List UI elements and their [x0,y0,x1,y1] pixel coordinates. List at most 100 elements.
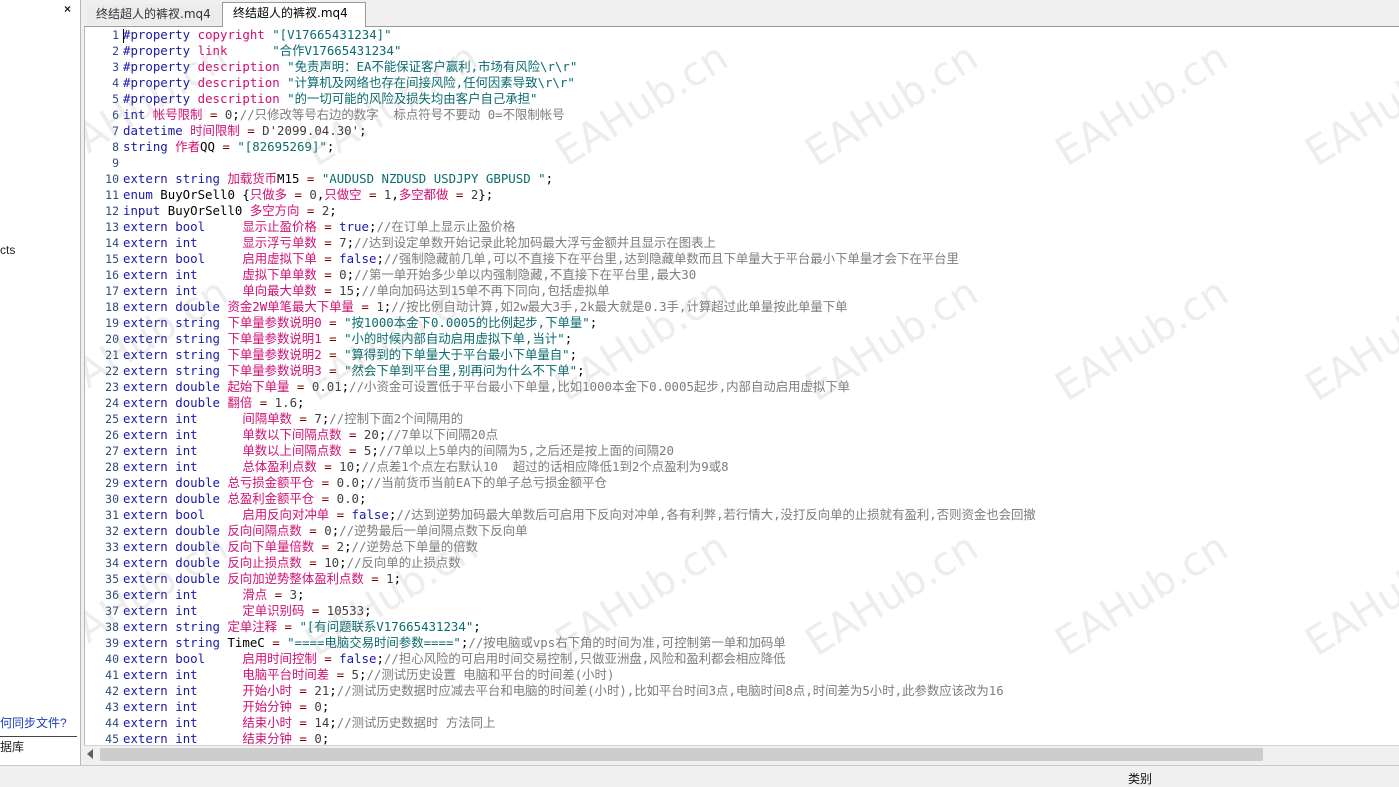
code-line[interactable]: 40 extern bool 启用时间控制 = false;//担心风险的可启用时… [85,651,1399,667]
code-line[interactable]: 36 extern int 滑点 = 3; [85,587,1399,603]
code-line[interactable]: 23 extern double 起始下单量 = 0.01;//小资金可设置低于平… [85,379,1399,395]
line-content[interactable]: extern double 反向止损点数 = 10;//反向单的止损点数 [123,555,461,571]
code-line[interactable]: 38 extern string 定单注释 = "[有问题联系V176654312… [85,619,1399,635]
line-content[interactable]: extern bool 显示止盈价格 = true;//在订单上显示止盈价格 [123,219,515,235]
code-line[interactable]: 32 extern double 反向间隔点数 = 0;//逆势最后一单间隔点数下… [85,523,1399,539]
code-line[interactable]: 25 extern int 间隔单数 = 7;//控制下面2个间隔用的 [85,411,1399,427]
line-content[interactable]: extern string 下单量参数说明1 = "小的时候内部自动启用虚拟下单… [123,331,572,347]
line-content[interactable]: extern int 开始分钟 = 0; [123,699,329,715]
sync-files-link[interactable]: 何同步文件? [0,714,67,731]
line-content[interactable]: extern int 单数以下间隔点数 = 20;//7单以下间隔20点 [123,427,498,443]
scroll-left-arrow-icon[interactable] [87,749,93,759]
code-line[interactable]: 15 extern bool 启用虚拟下单 = false;//强制隐藏前几单,可… [85,251,1399,267]
line-content[interactable]: input BuyOrSell0 多空方向 = 2; [123,203,337,219]
code-line[interactable]: 20 extern string 下单量参数说明1 = "小的时候内部自动启用虚拟… [85,331,1399,347]
line-content[interactable]: datetime 时间限制 = D'2099.04.30'; [123,123,367,139]
line-content[interactable]: extern bool 启用反向对冲单 = false;//达到逆势加码最大单数… [123,507,1036,523]
code-line[interactable]: 16 extern int 虚拟下单单数 = 0;//第一单开始多少单以内强制隐藏… [85,267,1399,283]
code-line[interactable]: 35 extern double 反向加逆势整体盈利点数 = 1; [85,571,1399,587]
code-line[interactable]: 17 extern int 单向最大单数 = 15;//单向加码达到15单不再下同… [85,283,1399,299]
line-content[interactable]: extern double 反向间隔点数 = 0;//逆势最后一单间隔点数下反向… [123,523,528,539]
code-line[interactable]: 27 extern int 单数以上间隔点数 = 5;//7单以上5单内的间隔为5… [85,443,1399,459]
code-line[interactable]: 29 extern double 总亏损金额平仓 = 0.0;//当前货币当前EA… [85,475,1399,491]
line-content[interactable]: extern int 总体盈利点数 = 10;//点差1个点左右默认10 超过的… [123,459,729,475]
code-token: 0.0 [336,475,359,490]
line-content[interactable]: extern double 起始下单量 = 0.01;//小资金可设置低于平台最… [123,379,850,395]
tab-file-1[interactable]: 终结超人的裤衩.mq4 [86,4,224,25]
line-content[interactable]: extern int 滑点 = 3; [123,587,305,603]
code-line[interactable]: 8 string 作者QQ = "[82695269]"; [85,139,1399,155]
line-content[interactable]: string 作者QQ = "[82695269]"; [123,139,334,155]
code-line[interactable]: 4 #property description "计算机及网络也存在间接风险,任何… [85,75,1399,91]
code-editor[interactable]: 1 #property copyright "[V17665431234]" 2 #p… [84,27,1399,748]
code-line[interactable]: 11 enum BuyOrSell0 {只做多 = 0,只做空 = 1,多空都做 … [85,187,1399,203]
code-line[interactable]: 41 extern int 电脑平台时间差 = 5;//测试历史设置 电脑和平台的… [85,667,1399,683]
code-token: int [175,235,198,250]
code-line[interactable]: 14 extern int 显示浮亏单数 = 7;//达到设定单数开始记录此轮加码… [85,235,1399,251]
code-token: //7单以下间隔20点 [386,427,498,442]
line-content[interactable]: extern int 显示浮亏单数 = 7;//达到设定单数开始记录此轮加码最大… [123,235,716,251]
code-line[interactable]: 21 extern string 下单量参数说明2 = "算得到的下单量大于平台最… [85,347,1399,363]
close-icon[interactable]: × [64,2,71,16]
line-content[interactable]: extern int 结束小时 = 14;//测试历史数据时 方法同上 [123,715,495,731]
line-content[interactable]: extern int 定单识别码 = 10533; [123,603,372,619]
line-content[interactable]: extern int 单数以上间隔点数 = 5;//7单以上5单内的间隔为5,之… [123,443,674,459]
line-content[interactable]: extern int 单向最大单数 = 15;//单向加码达到15单不再下同向,… [123,283,609,299]
line-content[interactable]: extern bool 启用虚拟下单 = false;//强制隐藏前几单,可以不… [123,251,959,267]
line-content[interactable]: extern bool 启用时间控制 = false;//担心风险的可启用时间交… [123,651,785,667]
code-line[interactable]: 24 extern double 翻倍 = 1.6; [85,395,1399,411]
code-line[interactable]: 5 #property description "的一切可能的风险及损失均由客户自… [85,91,1399,107]
code-line[interactable]: 13 extern bool 显示止盈价格 = true;//在订单上显示止盈价格 [85,219,1399,235]
code-line[interactable]: 9 [85,155,1399,171]
code-line[interactable]: 10 extern string 加载货币M15 = "AUDUSD NZDUSD… [85,171,1399,187]
line-content[interactable]: extern string TimeC = "====电脑交易时间参数===="… [123,635,786,651]
code-line[interactable]: 39 extern string TimeC = "====电脑交易时间参数===… [85,635,1399,651]
code-line[interactable]: 43 extern int 开始分钟 = 0; [85,699,1399,715]
code-line[interactable]: 28 extern int 总体盈利点数 = 10;//点差1个点左右默认10 超… [85,459,1399,475]
line-content[interactable]: #property link "合作V17665431234" [123,43,401,59]
line-content[interactable]: extern string 下单量参数说明3 = "然会下单到平台里,别再问为什… [123,363,585,379]
horizontal-scrollbar[interactable] [84,745,1399,763]
code-line[interactable]: 2 #property link "合作V17665431234" [85,43,1399,59]
line-content[interactable]: enum BuyOrSell0 {只做多 = 0,只做空 = 1,多空都做 = … [123,187,493,203]
line-content[interactable]: extern string 加载货币M15 = "AUDUSD NZDUSD U… [123,171,553,187]
code-line[interactable]: 31 extern bool 启用反向对冲单 = false;//达到逆势加码最大… [85,507,1399,523]
line-content[interactable]: extern double 反向下单量倍数 = 2;//逆势总下单量的倍数 [123,539,478,555]
line-content[interactable]: #property copyright "[V17665431234]" [123,27,392,43]
code-line[interactable]: 34 extern double 反向止损点数 = 10;//反向单的止损点数 [85,555,1399,571]
scrollbar-thumb[interactable] [100,748,1263,761]
line-content[interactable]: extern double 资金2W单笔最大下单量 = 1;//按比例自动计算,… [123,299,848,315]
code-line[interactable]: 6 int 帐号限制 = 0;//只修改等号右边的数字 标点符号不要动 0=不限制… [85,107,1399,123]
code-lines[interactable]: 1 #property copyright "[V17665431234]" 2 #p… [85,27,1399,747]
line-content[interactable]: extern int 虚拟下单单数 = 0;//第一单开始多少单以内强制隐藏,不… [123,267,696,283]
code-line[interactable]: 33 extern double 反向下单量倍数 = 2;//逆势总下单量的倍数 [85,539,1399,555]
line-content[interactable]: extern int 开始小时 = 21;//测试历史数据时应减去平台和电脑的时… [123,683,1004,699]
line-content[interactable]: extern double 总亏损金额平仓 = 0.0;//当前货币当前EA下的… [123,475,607,491]
code-line[interactable]: 1 #property copyright "[V17665431234]" [85,27,1399,43]
code-line[interactable]: 3 #property description "免责声明：EA不能保证客户赢利,… [85,59,1399,75]
line-content[interactable]: extern string 下单量参数说明2 = "算得到的下单量大于平台最小下… [123,347,577,363]
code-line[interactable]: 7 datetime 时间限制 = D'2099.04.30'; [85,123,1399,139]
line-content[interactable]: extern double 总盈利金额平仓 = 0.0; [123,491,366,507]
line-content[interactable]: #property description "计算机及网络也存在间接风险,任何因… [123,75,575,91]
code-line[interactable]: 42 extern int 开始小时 = 21;//测试历史数据时应减去平台和电脑… [85,683,1399,699]
code-line[interactable]: 19 extern string 下单量参数说明0 = "按1000本金下0.00… [85,315,1399,331]
code-line[interactable]: 30 extern double 总盈利金额平仓 = 0.0; [85,491,1399,507]
line-content[interactable]: extern int 间隔单数 = 7;//控制下面2个间隔用的 [123,411,463,427]
code-line[interactable]: 44 extern int 结束小时 = 14;//测试历史数据时 方法同上 [85,715,1399,731]
line-content[interactable]: #property description "的一切可能的风险及损失均由客户自己… [123,91,537,107]
line-content[interactable]: extern double 翻倍 = 1.6; [123,395,305,411]
code-line[interactable]: 26 extern int 单数以下间隔点数 = 20;//7单以下间隔20点 [85,427,1399,443]
line-content[interactable]: extern int 电脑平台时间差 = 5;//测试历史设置 电脑和平台的时间… [123,667,614,683]
code-line[interactable]: 22 extern string 下单量参数说明3 = "然会下单到平台里,别再问… [85,363,1399,379]
code-line[interactable]: 18 extern double 资金2W单笔最大下单量 = 1;//按比例自动计… [85,299,1399,315]
code-line[interactable]: 37 extern int 定单识别码 = 10533; [85,603,1399,619]
line-content[interactable]: extern string 定单注释 = "[有问题联系V17665431234… [123,619,481,635]
line-content[interactable]: #property description "免责声明：EA不能保证客户赢利,市… [123,59,577,75]
code-line[interactable]: 12 input BuyOrSell0 多空方向 = 2; [85,203,1399,219]
line-content[interactable]: extern string 下单量参数说明0 = "按1000本金下0.0005… [123,315,597,331]
line-content[interactable]: extern double 反向加逆势整体盈利点数 = 1; [123,571,401,587]
tab-file-2-active[interactable]: 终结超人的裤衩.mq4 [222,2,366,28]
line-content[interactable]: int 帐号限制 = 0;//只修改等号右边的数字 标点符号不要动 0=不限制帐… [123,107,565,123]
